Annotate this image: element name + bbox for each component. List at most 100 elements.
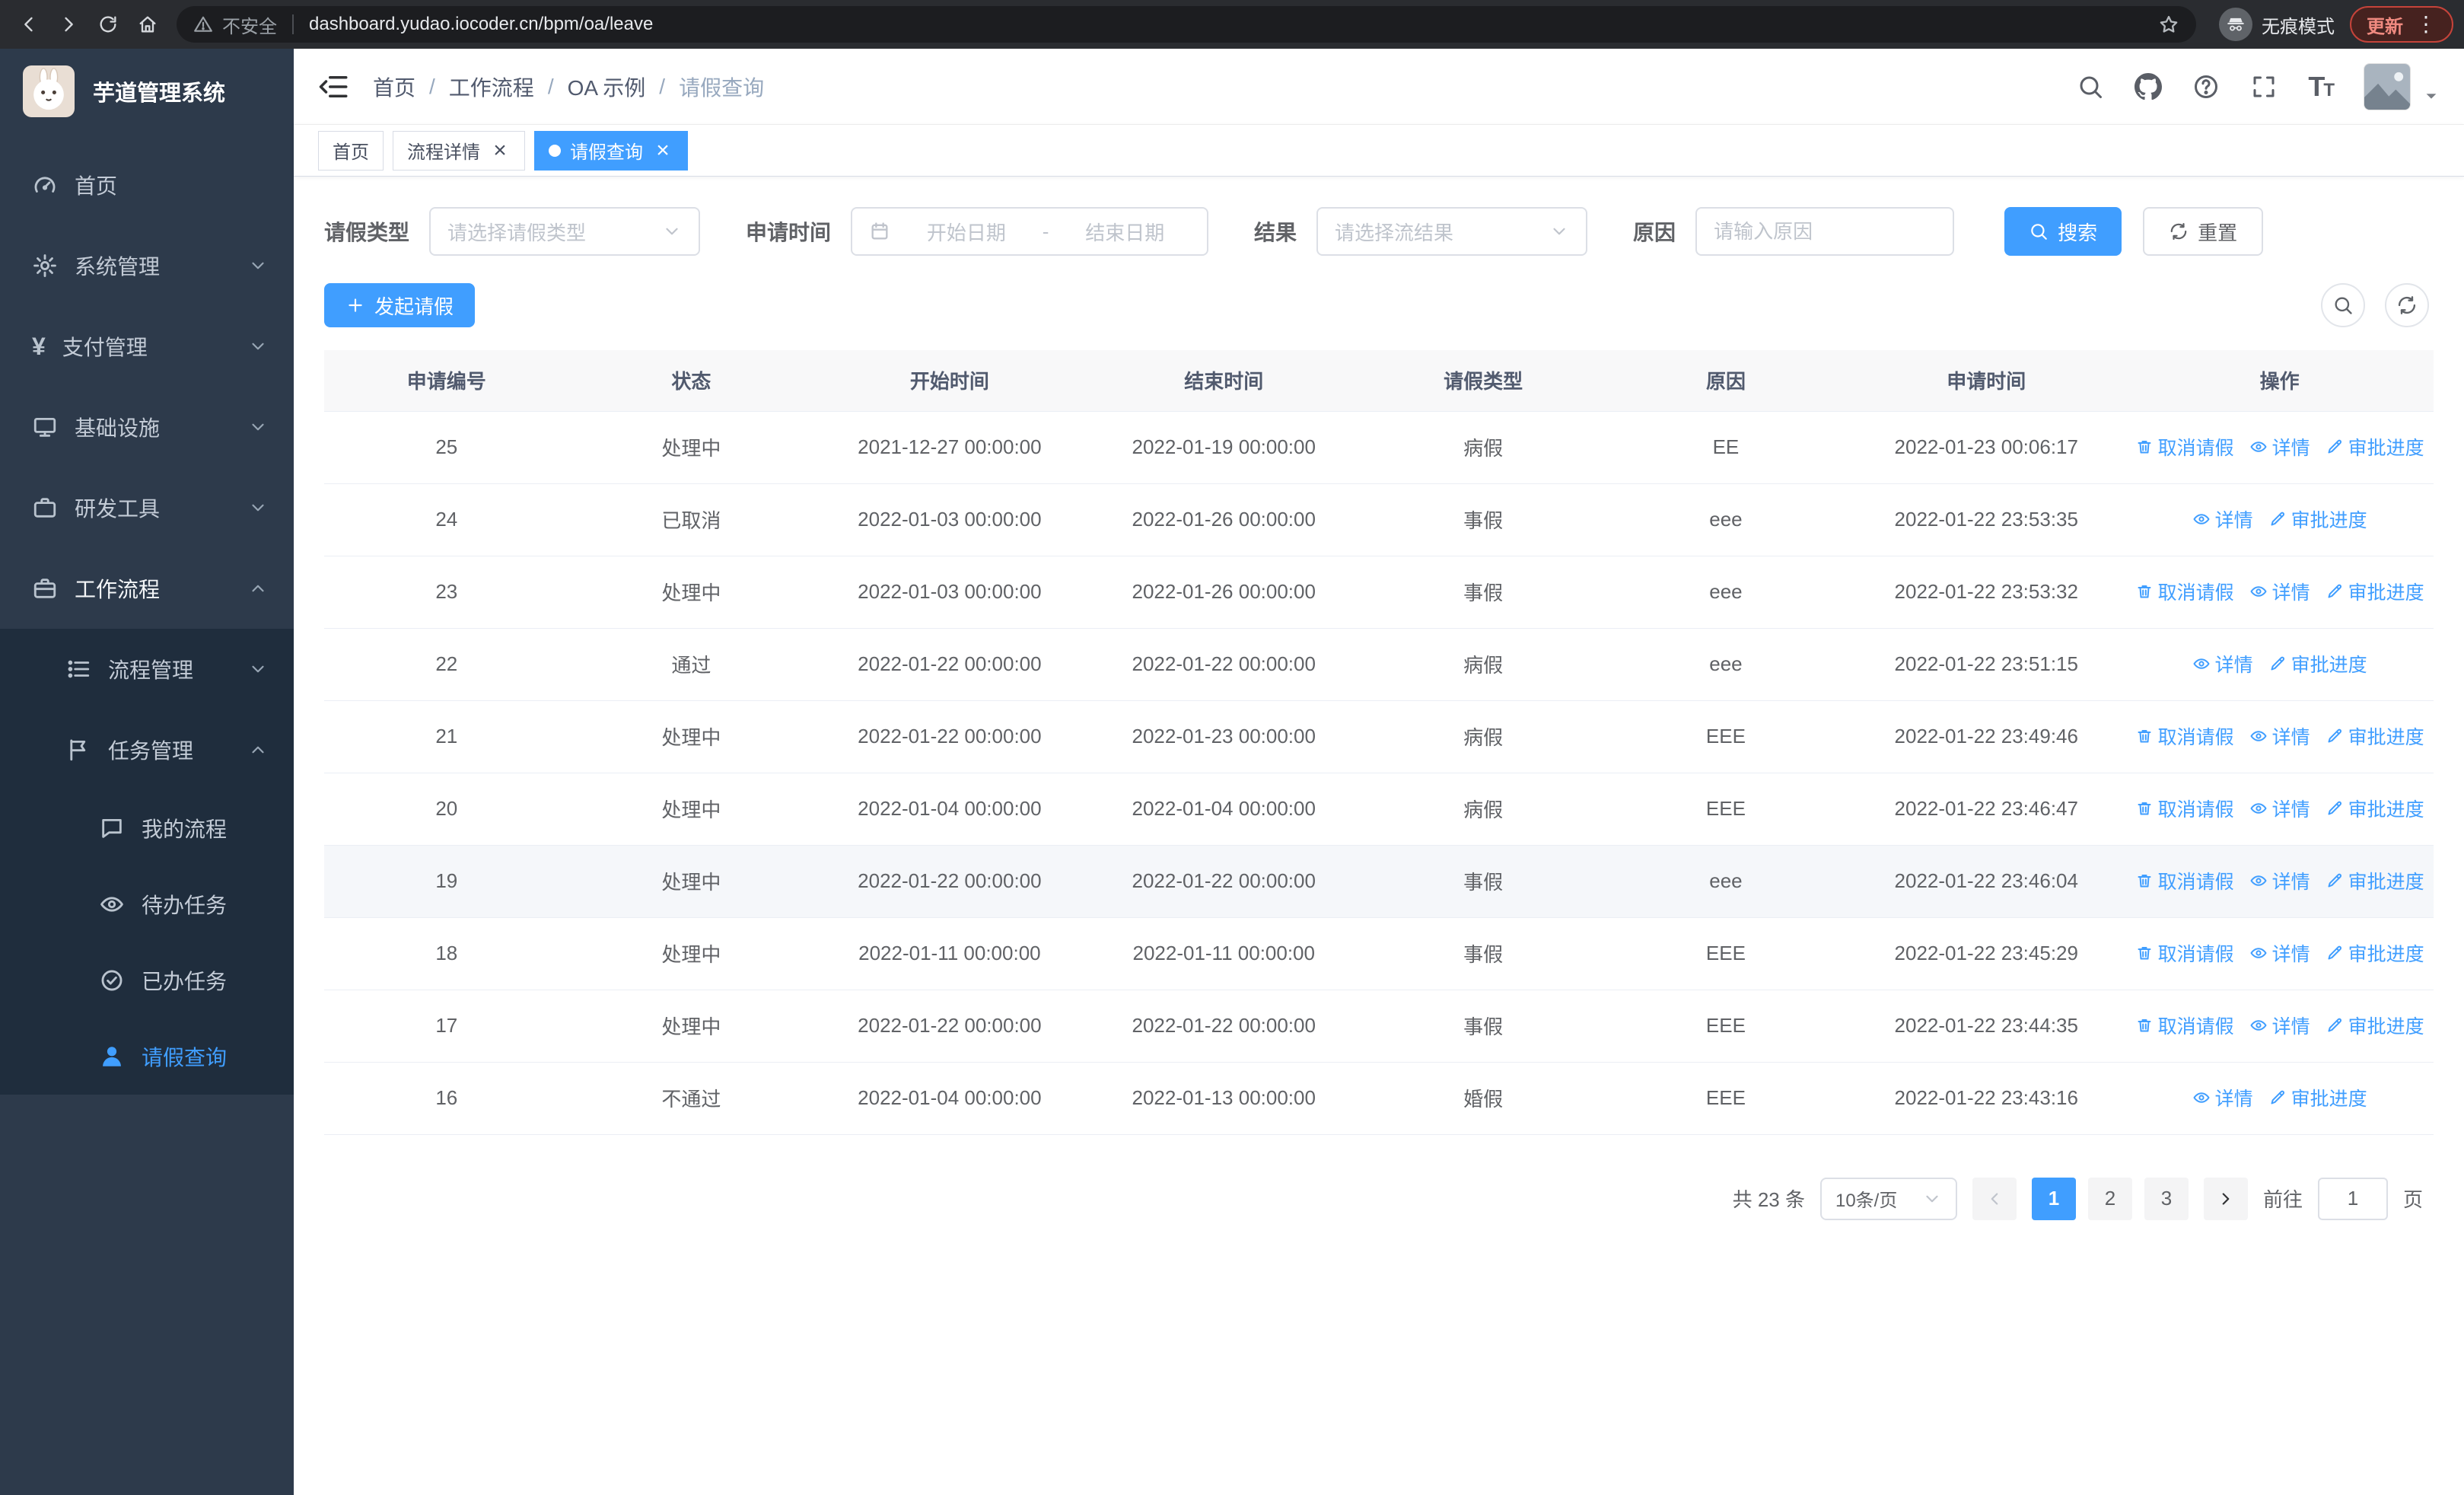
tab-home[interactable]: 首页	[318, 130, 384, 171]
start-date-input[interactable]: 开始日期	[901, 218, 1032, 246]
action-progress[interactable]: 审批进度	[2268, 650, 2367, 677]
create-leave-button[interactable]: 发起请假	[324, 283, 476, 327]
action-progress[interactable]: 审批进度	[2326, 939, 2424, 967]
action-detail[interactable]: 详情	[2249, 795, 2310, 822]
prev-page-button[interactable]	[1972, 1177, 2017, 1220]
action-detail[interactable]: 详情	[2249, 722, 2310, 750]
cell-end: 2022-01-22 00:00:00	[1085, 628, 1362, 701]
sidebar-collapse-icon[interactable]	[318, 71, 350, 103]
sidebar-item-payment[interactable]: ¥ 支付管理	[0, 306, 294, 387]
font-size-icon[interactable]: TT	[2308, 72, 2335, 100]
action-cancel[interactable]: 取消请假	[2135, 722, 2234, 750]
action-detail[interactable]: 详情	[2249, 1012, 2310, 1039]
address-bar[interactable]: 不安全 dashboard.yudao.iocoder.cn/bpm/oa/le…	[177, 6, 2196, 43]
goto-page-input[interactable]	[2317, 1177, 2388, 1220]
end-date-input[interactable]: 结束日期	[1059, 218, 1190, 246]
action-detail[interactable]: 详情	[2249, 433, 2310, 461]
close-icon[interactable]: ×	[489, 139, 511, 161]
page-button-2[interactable]: 2	[2087, 1177, 2132, 1220]
forward-icon[interactable]	[50, 6, 87, 43]
action-cancel[interactable]: 取消请假	[2135, 795, 2234, 822]
tab-process-detail[interactable]: 流程详情 ×	[393, 130, 525, 171]
action-progress[interactable]: 审批进度	[2326, 1012, 2424, 1039]
action-progress[interactable]: 审批进度	[2326, 795, 2424, 822]
refresh-table-button[interactable]	[2385, 283, 2429, 327]
back-icon[interactable]	[11, 6, 47, 43]
action-detail[interactable]: 详情	[2249, 867, 2310, 894]
sidebar-item-process-management[interactable]: 流程管理	[0, 629, 294, 709]
reset-button[interactable]: 重置	[2143, 207, 2264, 256]
fullscreen-icon[interactable]	[2250, 73, 2278, 100]
breadcrumb-item[interactable]: 首页	[373, 72, 415, 102]
breadcrumb-item[interactable]: OA 示例	[568, 72, 646, 102]
search-button[interactable]: 搜索	[2004, 207, 2122, 256]
help-icon[interactable]	[2192, 73, 2220, 100]
sidebar-item-my-process[interactable]: 我的流程	[0, 790, 294, 866]
cell-reason: EEE	[1604, 773, 1848, 846]
not-secure-warning-icon[interactable]	[193, 14, 213, 34]
toggle-search-button[interactable]	[2321, 283, 2365, 327]
action-detail[interactable]: 详情	[2192, 650, 2253, 677]
page-size-select[interactable]: 10条/页	[1819, 1177, 1957, 1220]
action-progress[interactable]: 审批进度	[2268, 1084, 2367, 1111]
sidebar-item-workflow[interactable]: 工作流程	[0, 548, 294, 629]
sidebar-item-dev-tools[interactable]: 研发工具	[0, 467, 294, 548]
reload-icon[interactable]	[90, 6, 126, 43]
action-detail[interactable]: 详情	[2192, 1084, 2253, 1111]
leave-type-select[interactable]: 请选择请假类型	[429, 207, 701, 256]
cell-apply_time: 2022-01-22 23:46:47	[1847, 773, 2126, 846]
close-icon[interactable]: ×	[652, 139, 673, 161]
sidebar-item-done-tasks[interactable]: 已办任务	[0, 942, 294, 1018]
reason-input[interactable]	[1695, 207, 1955, 256]
cell-status: 处理中	[568, 917, 814, 990]
next-page-button[interactable]	[2203, 1177, 2248, 1220]
trash-icon	[2135, 1016, 2154, 1034]
action-cancel[interactable]: 取消请假	[2135, 578, 2234, 605]
sidebar-item-leave-query[interactable]: 请假查询	[0, 1018, 294, 1095]
cell-id: 22	[324, 628, 569, 701]
action-detail[interactable]: 详情	[2249, 939, 2310, 967]
cell-end: 2022-01-22 00:00:00	[1085, 990, 1362, 1063]
column-header: 状态	[568, 350, 814, 412]
action-progress[interactable]: 审批进度	[2268, 505, 2367, 533]
sidebar-item-task-management[interactable]: 任务管理	[0, 709, 294, 790]
github-icon[interactable]	[2135, 72, 2163, 100]
action-detail[interactable]: 详情	[2192, 505, 2253, 533]
result-select[interactable]: 请选择流结果	[1316, 207, 1588, 256]
action-progress[interactable]: 审批进度	[2326, 433, 2424, 461]
date-range-picker[interactable]: 开始日期 - 结束日期	[851, 207, 1209, 256]
tab-leave-query[interactable]: 请假查询 ×	[534, 130, 688, 171]
sidebar-item-home[interactable]: 首页	[0, 145, 294, 225]
breadcrumb-separator: /	[429, 74, 435, 98]
cell-reason: eee	[1604, 556, 1848, 629]
trash-icon	[2135, 872, 2154, 890]
action-cancel[interactable]: 取消请假	[2135, 1012, 2234, 1039]
cell-type: 事假	[1361, 556, 1605, 629]
cell-type: 病假	[1361, 773, 1605, 846]
sidebar-item-system[interactable]: 系统管理	[0, 225, 294, 306]
action-cancel[interactable]: 取消请假	[2135, 433, 2234, 461]
url-text[interactable]: dashboard.yudao.iocoder.cn/bpm/oa/leave	[309, 14, 2149, 35]
page-button-1[interactable]: 1	[2031, 1177, 2076, 1220]
user-avatar[interactable]	[2364, 62, 2411, 110]
caret-down-icon[interactable]	[2423, 88, 2440, 104]
browser-update-chip[interactable]: 更新 ⋮	[2350, 6, 2453, 43]
home-icon[interactable]	[129, 6, 166, 43]
browser-menu-icon[interactable]: ⋮	[2415, 14, 2437, 35]
breadcrumb-item[interactable]: 工作流程	[449, 72, 534, 102]
action-progress[interactable]: 审批进度	[2326, 867, 2424, 894]
action-cancel[interactable]: 取消请假	[2135, 867, 2234, 894]
page-button-3[interactable]: 3	[2144, 1177, 2189, 1220]
logo[interactable]: 芋道管理系统	[0, 49, 294, 134]
chevron-up-icon	[248, 579, 268, 598]
action-progress[interactable]: 审批进度	[2326, 722, 2424, 750]
cell-start: 2022-01-03 00:00:00	[813, 556, 1086, 629]
search-icon[interactable]	[2077, 73, 2104, 100]
bookmark-star-icon[interactable]	[2158, 14, 2179, 35]
page-size-value: 10条/页	[1835, 1191, 1898, 1211]
action-cancel[interactable]: 取消请假	[2135, 939, 2234, 967]
sidebar-item-todo-tasks[interactable]: 待办任务	[0, 866, 294, 942]
action-progress[interactable]: 审批进度	[2326, 578, 2424, 605]
sidebar-item-infrastructure[interactable]: 基础设施	[0, 387, 294, 467]
action-detail[interactable]: 详情	[2249, 578, 2310, 605]
